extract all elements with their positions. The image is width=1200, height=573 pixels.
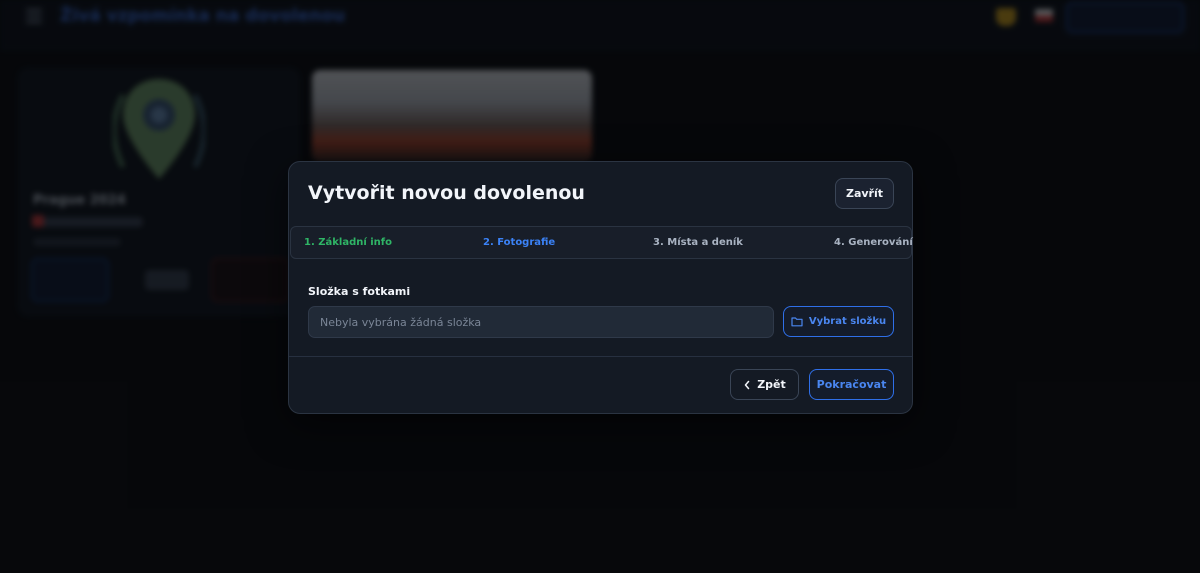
step-basic-info[interactable]: 1. Základní info bbox=[304, 237, 392, 248]
folder-field-label: Složka s fotkami bbox=[308, 285, 411, 298]
step-places-diary[interactable]: 3. Místa a deník bbox=[653, 237, 743, 248]
folder-path-input[interactable] bbox=[308, 306, 774, 338]
folder-icon bbox=[791, 317, 803, 327]
footer-divider bbox=[289, 356, 912, 357]
dialog-title: Vytvořit novou dovolenou bbox=[308, 182, 585, 204]
choose-folder-button[interactable]: Vybrat složku bbox=[783, 306, 894, 337]
back-button[interactable]: Zpět bbox=[730, 369, 799, 400]
wizard-stepper: 1. Základní info 2. Fotografie 3. Místa … bbox=[290, 226, 913, 259]
close-button[interactable]: Zavřít bbox=[835, 178, 894, 209]
create-vacation-dialog: Vytvořit novou dovolenou Zavřít 1. Zákla… bbox=[288, 161, 913, 414]
back-label: Zpět bbox=[757, 378, 786, 391]
choose-folder-label: Vybrat složku bbox=[808, 316, 887, 327]
step-generation[interactable]: 4. Generování bbox=[834, 237, 913, 248]
continue-button[interactable]: Pokračovat bbox=[809, 369, 894, 400]
step-photos[interactable]: 2. Fotografie bbox=[483, 237, 555, 248]
chevron-left-icon bbox=[744, 380, 750, 389]
